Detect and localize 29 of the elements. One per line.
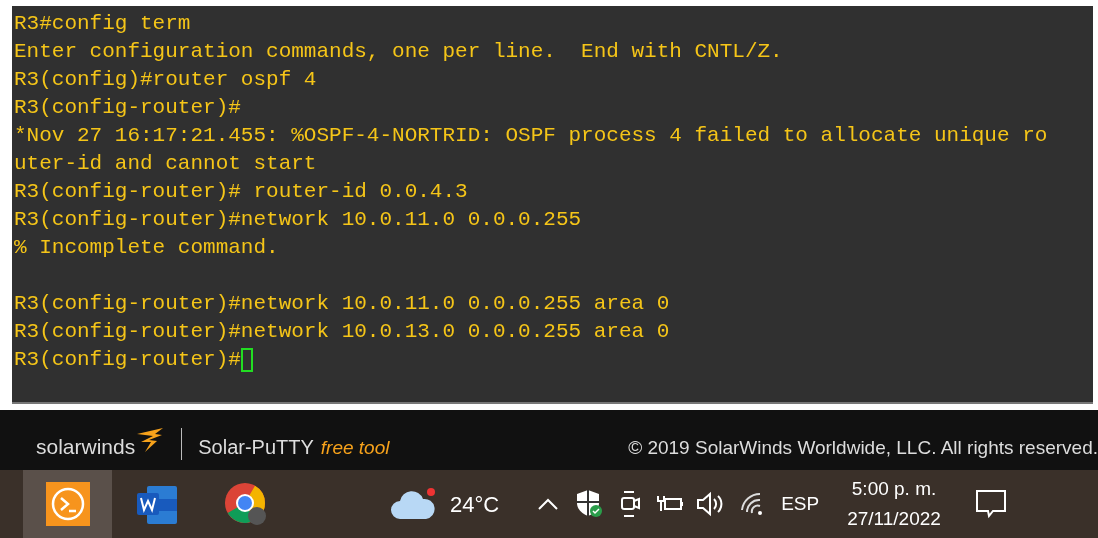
product-name: Solar-PuTTY <box>198 435 314 460</box>
terminal-app-icon <box>45 482 90 526</box>
terminal-line: R3(config)#router ospf 4 <box>14 67 317 93</box>
copyright-text: © 2019 SolarWinds Worldwide, LLC. All rights reserved. <box>628 435 1098 460</box>
product-tag: free tool <box>320 433 390 462</box>
chevron-up-icon[interactable] <box>537 497 560 511</box>
shield-icon[interactable] <box>575 489 604 519</box>
terminal-line: R3(config-router)# <box>14 95 241 121</box>
browser-app-icon <box>222 481 269 527</box>
terminal-line: R3(config-router)# router-id 0.0.4.3 <box>14 179 468 205</box>
clock-date: 27/11/2022 <box>847 507 941 531</box>
notification-icon[interactable] <box>974 489 1007 519</box>
terminal-line: R3(config-router)#network 10.0.13.0 0.0.0.255 area 0 <box>14 319 670 345</box>
camera-icon[interactable] <box>619 489 642 519</box>
terminal-line: R3(config-router)#network 10.0.11.0 0.0.0.255 area 0 <box>14 291 670 317</box>
clock-time: 5:00 p. m. <box>851 477 937 501</box>
cloud-icon <box>390 487 438 521</box>
terminal-line: R3(config-router)#network 10.0.11.0 0.0.0.255 <box>14 207 582 233</box>
taskbar-app-button[interactable] <box>23 470 112 538</box>
terminal-line: Enter configuration commands, one per line. End with CNTL/Z. <box>14 39 783 65</box>
terminal-line: R3#config term <box>14 11 191 37</box>
brand-logo-text: solarwinds <box>36 433 136 460</box>
language-indicator[interactable]: ESP <box>781 489 820 519</box>
terminal-line: R3(config-router)# <box>14 347 241 373</box>
terminal-line: % Incomplete command. <box>14 235 279 261</box>
terminal-line: uter-id and cannot start <box>14 151 317 177</box>
temperature-text[interactable]: 24°C <box>450 487 500 521</box>
clock[interactable]: 5:00 p. m. 27/11/2022 <box>847 474 941 534</box>
terminal-line: *Nov 27 16:17:21.455: %OSPF-4-NORTRID: OSPF process 4 failed to allocate unique ro <box>14 123 1048 149</box>
